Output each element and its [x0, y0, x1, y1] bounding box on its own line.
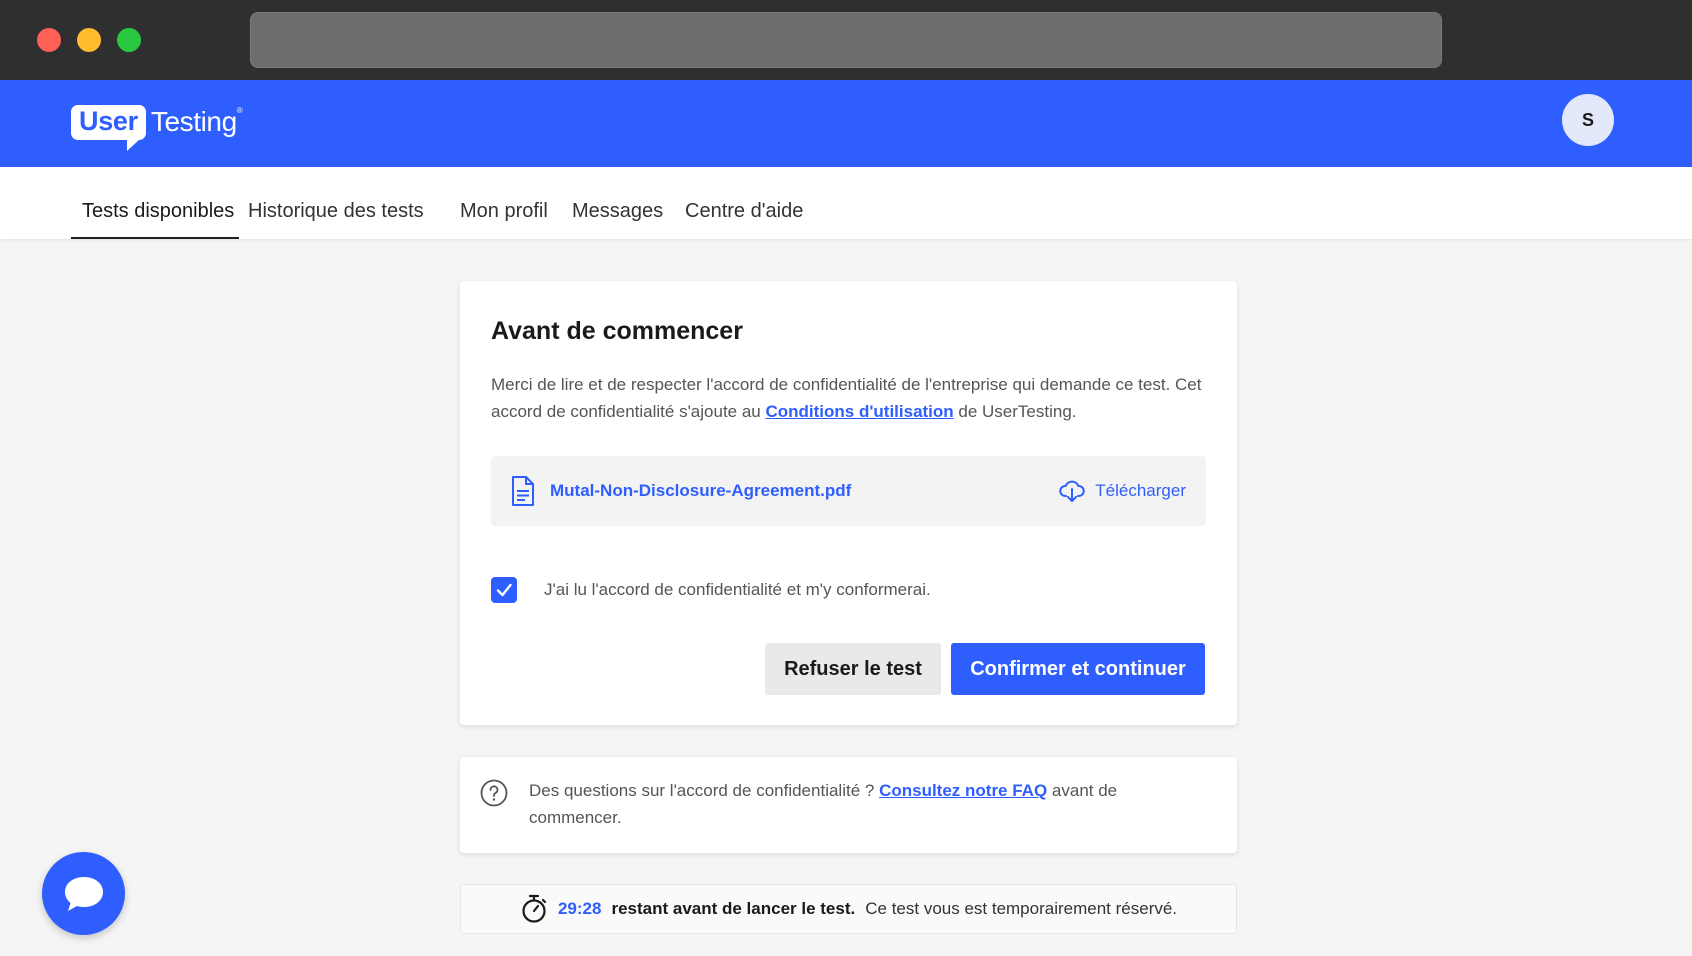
user-avatar[interactable]: S — [1562, 94, 1614, 146]
nav-tab-centre-aide[interactable]: Centre d'aide — [685, 167, 803, 239]
maximize-window-button[interactable] — [117, 28, 141, 52]
app-header: User Testing® S — [0, 80, 1692, 167]
chat-support-button[interactable] — [42, 852, 125, 935]
refuse-test-button[interactable]: Refuser le test — [765, 643, 941, 695]
nav-tab-messages[interactable]: Messages — [572, 167, 663, 239]
confirm-continue-button[interactable]: Confirmer et continuer — [951, 643, 1205, 695]
faq-text: Des questions sur l'accord de confidenti… — [529, 781, 1118, 827]
faq-card: Des questions sur l'accord de confidenti… — [460, 757, 1237, 853]
cloud-download-icon — [1059, 480, 1085, 502]
terms-link[interactable]: Conditions d'utilisation — [765, 402, 953, 421]
checkmark-icon — [496, 583, 512, 597]
timer-note: Ce test vous est temporairement réservé. — [865, 899, 1178, 918]
file-name-link[interactable]: Mutal-Non-Disclosure-Agreement.pdf — [550, 481, 851, 501]
document-icon — [512, 476, 534, 506]
main-nav: Tests disponibles Historique des tests M… — [0, 167, 1692, 239]
nav-tab-mon-profil[interactable]: Mon profil — [460, 167, 548, 239]
timer-remaining-text: restant avant de lancer le test. — [611, 899, 856, 918]
usertesting-logo[interactable]: User Testing® — [71, 99, 243, 151]
nav-tab-historique[interactable]: Historique des tests — [248, 167, 424, 239]
agree-checkbox-label[interactable]: J'ai lu l'accord de confidentialité et m… — [544, 580, 931, 600]
faq-link[interactable]: Consultez notre FAQ — [879, 781, 1047, 800]
logo-user-badge: User — [71, 104, 146, 151]
file-attachment: Mutal-Non-Disclosure-Agreement.pdf Téléc… — [491, 456, 1206, 526]
nda-card: Avant de commencer Merci de lire et de r… — [460, 281, 1237, 725]
agree-checkbox[interactable] — [491, 577, 517, 603]
chat-bubble-icon — [64, 876, 103, 911]
reservation-timer: 29:28 restant avant de lancer le test. C… — [460, 884, 1237, 934]
address-bar[interactable] — [250, 12, 1442, 68]
close-window-button[interactable] — [37, 28, 61, 52]
nda-intro-text: Merci de lire et de respecter l'accord d… — [491, 375, 1202, 421]
help-circle-icon — [480, 779, 508, 807]
timer-value: 29:28 — [557, 899, 602, 918]
minimize-window-button[interactable] — [77, 28, 101, 52]
nav-tab-tests-disponibles[interactable]: Tests disponibles — [71, 167, 239, 239]
browser-chrome — [0, 0, 1692, 80]
download-label: Télécharger — [1095, 481, 1186, 500]
stopwatch-icon — [522, 894, 547, 923]
card-title: Avant de commencer — [491, 317, 743, 345]
download-button[interactable]: Télécharger — [1059, 478, 1186, 504]
logo-testing-text: Testing® — [150, 106, 243, 137]
